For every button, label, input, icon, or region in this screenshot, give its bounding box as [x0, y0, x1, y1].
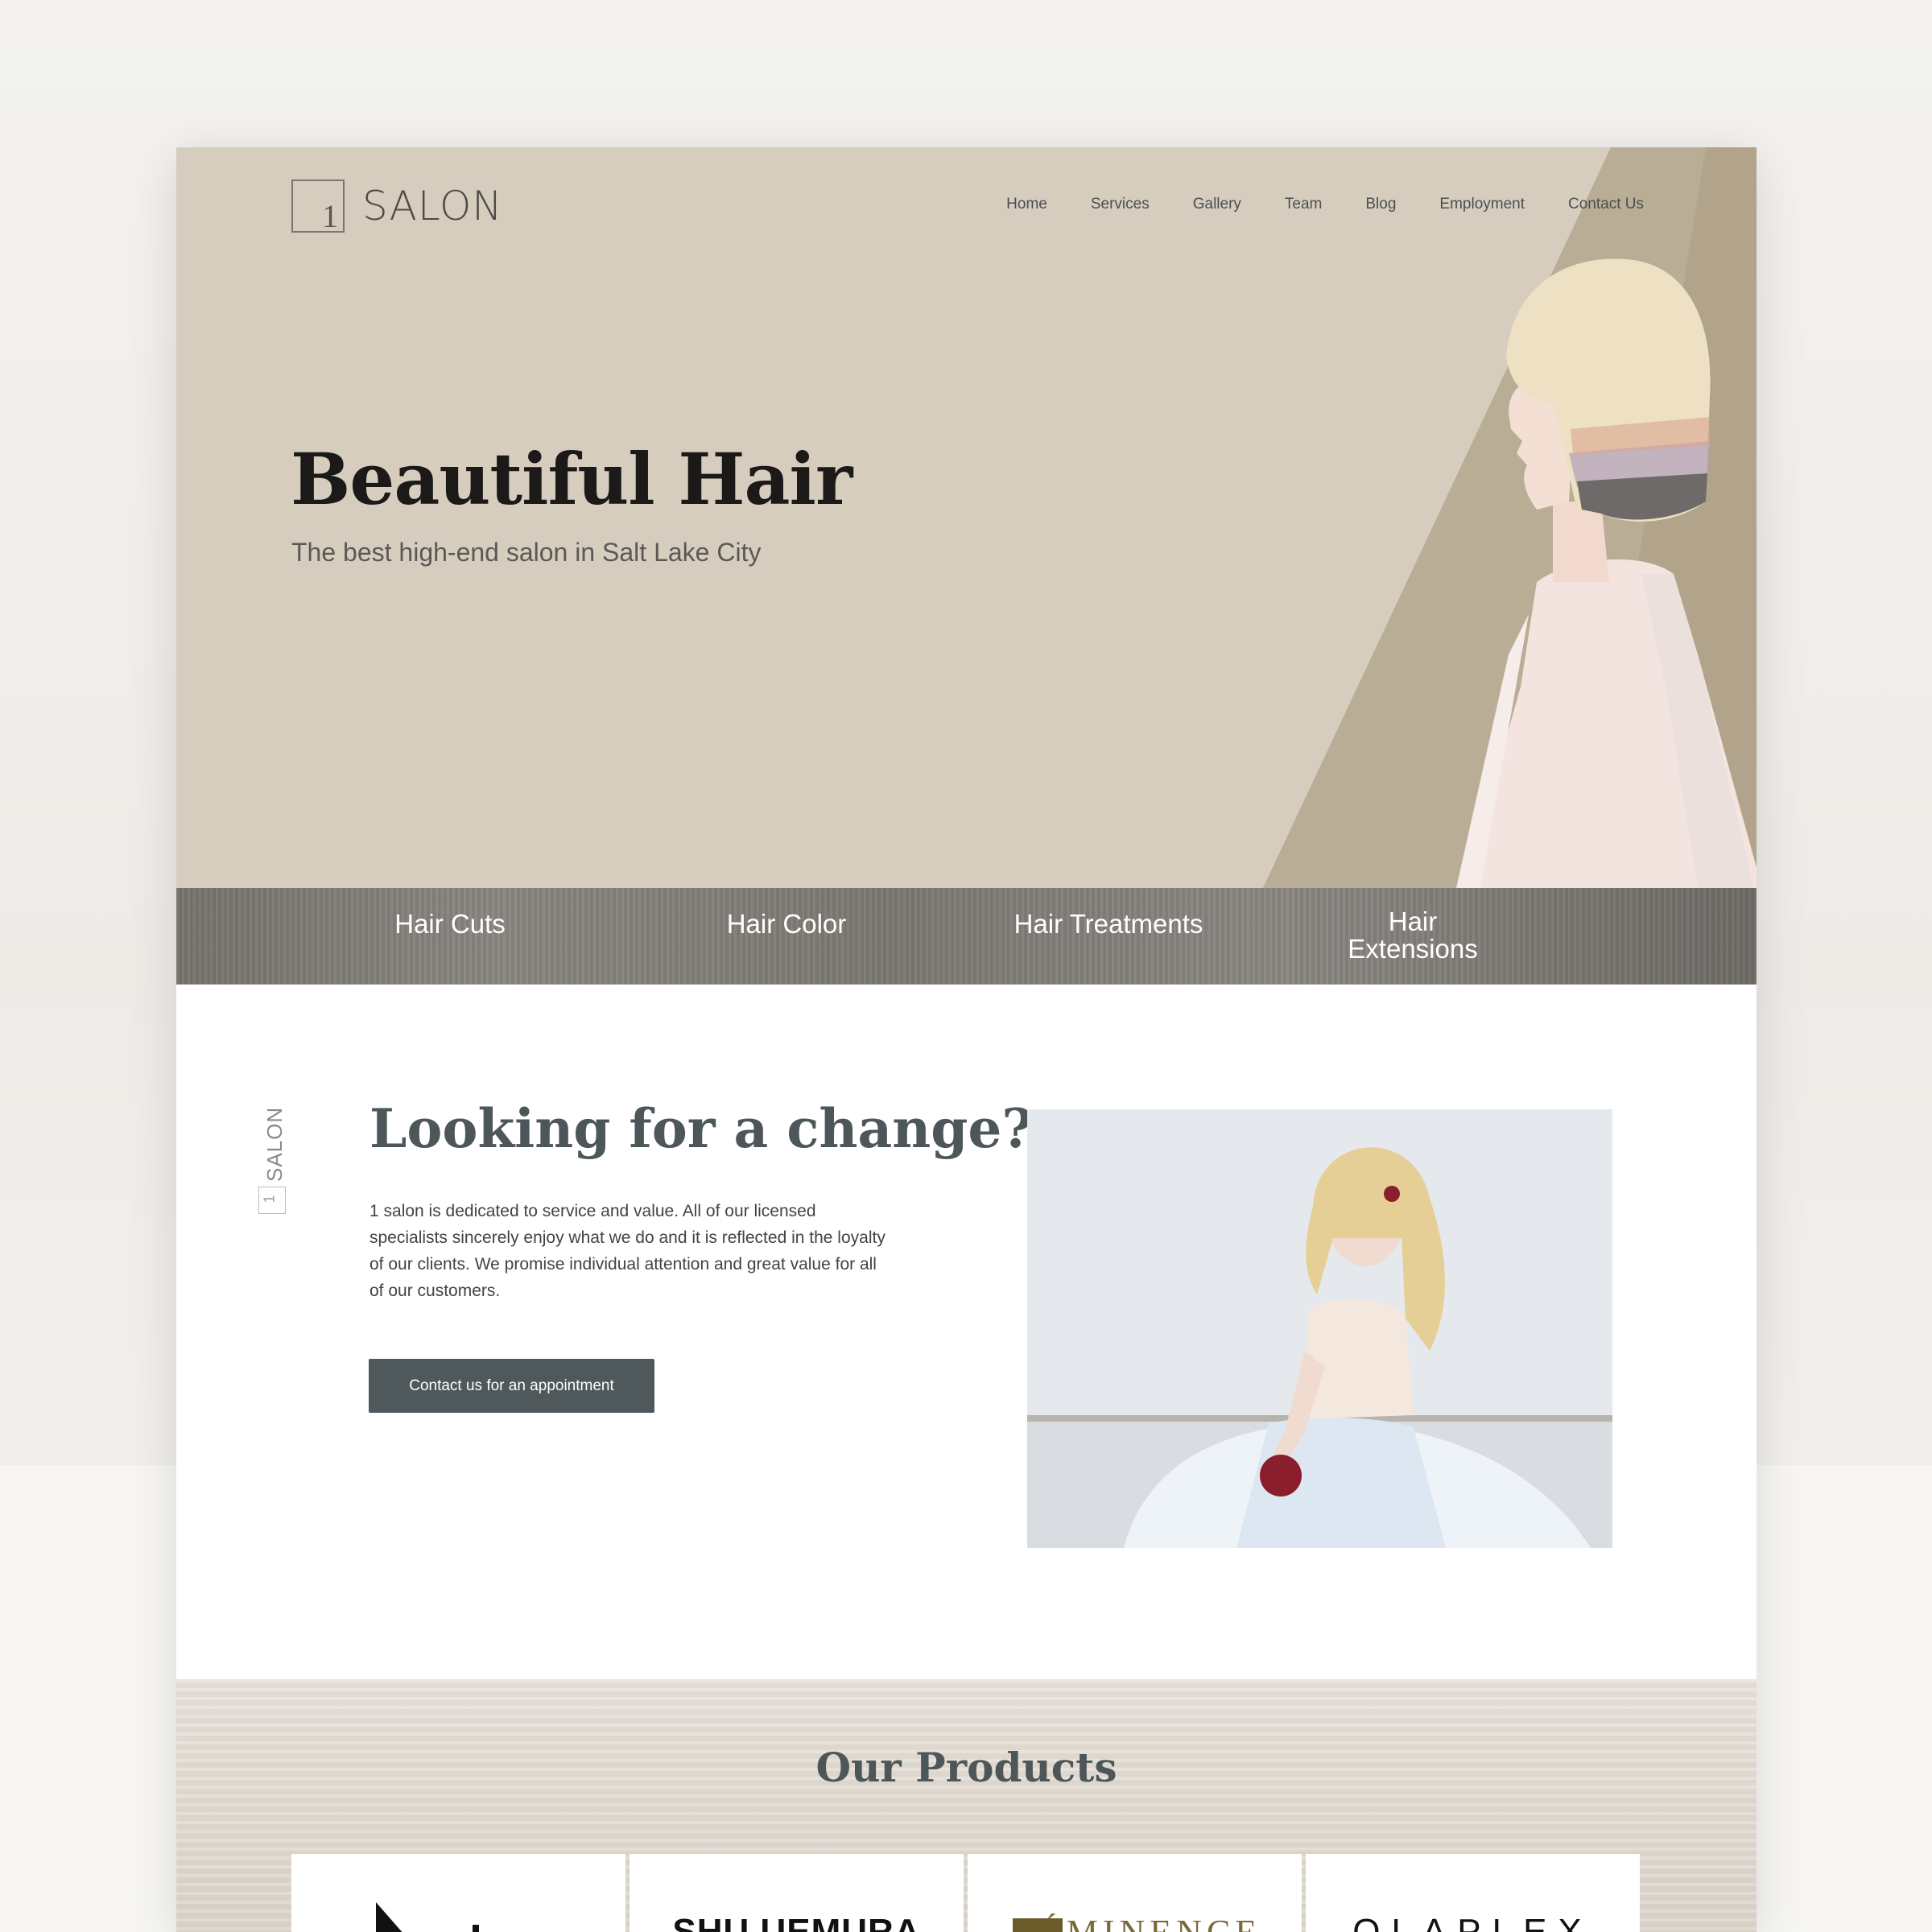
- about-title: Looking for a change?: [369, 1097, 1034, 1160]
- service-hair-cuts[interactable]: Hair Cuts: [329, 910, 571, 938]
- services-bar: Hair Cuts Hair Color Hair Treatments Hai…: [176, 888, 1757, 985]
- side-logo-mark: 1: [258, 1187, 286, 1214]
- logo-mark: 1: [291, 180, 345, 233]
- hero-subtitle: The best high-end salon in Salt Lake Cit…: [291, 538, 762, 567]
- nav-gallery[interactable]: Gallery: [1193, 196, 1241, 213]
- products-section: Our Products SHU UEMURA ÉMINENCE OLAPLEX: [176, 1679, 1757, 1932]
- brand-shu-uemura: SHU UEMURA: [672, 1912, 921, 1932]
- service-hair-treatments[interactable]: Hair Treatments: [988, 910, 1229, 938]
- nav-services[interactable]: Services: [1091, 196, 1150, 213]
- hero-section: 1 SALON Home Services Gallery Team Blog …: [176, 147, 1757, 888]
- nav-home[interactable]: Home: [1006, 196, 1047, 213]
- hero-title: Beautiful Hair: [291, 437, 852, 521]
- brand-logo-1: [376, 1902, 479, 1932]
- eminence-emblem: [1013, 1918, 1063, 1932]
- about-text: 1 salon is dedicated to service and valu…: [369, 1202, 886, 1300]
- about-photo: [1027, 1109, 1612, 1548]
- side-logo: SALON 1: [258, 1107, 291, 1214]
- nav-contact-us[interactable]: Contact Us: [1568, 196, 1644, 213]
- brand-olaplex: OLAPLEX: [1352, 1912, 1593, 1932]
- service-hair-color[interactable]: Hair Color: [666, 910, 907, 938]
- brand-card-eminence[interactable]: ÉMINENCE: [968, 1854, 1302, 1932]
- nav-blog[interactable]: Blog: [1365, 196, 1396, 213]
- nav-employment[interactable]: Employment: [1439, 196, 1525, 213]
- brand-card-olaplex[interactable]: OLAPLEX: [1306, 1854, 1640, 1932]
- site-logo[interactable]: 1 SALON: [291, 178, 503, 234]
- hero-model-image: [1456, 258, 1757, 888]
- logo-text: SALON: [362, 183, 503, 229]
- website-mockup: 1 SALON Home Services Gallery Team Blog …: [176, 147, 1757, 1932]
- side-logo-text: SALON: [262, 1106, 287, 1182]
- nav-team[interactable]: Team: [1285, 196, 1322, 213]
- brand-card-1[interactable]: [291, 1854, 625, 1932]
- main-nav: Home Services Gallery Team Blog Employme…: [963, 196, 1644, 213]
- logo-mark-number: 1: [322, 198, 338, 234]
- service-hair-extensions[interactable]: Hair Extensions: [1340, 908, 1485, 963]
- brand-card-shu-uemura[interactable]: SHU UEMURA: [630, 1854, 964, 1932]
- products-title: Our Products: [815, 1744, 1117, 1791]
- side-logo-mark-number: 1: [261, 1195, 278, 1203]
- appointment-button[interactable]: Contact us for an appointment: [369, 1359, 654, 1413]
